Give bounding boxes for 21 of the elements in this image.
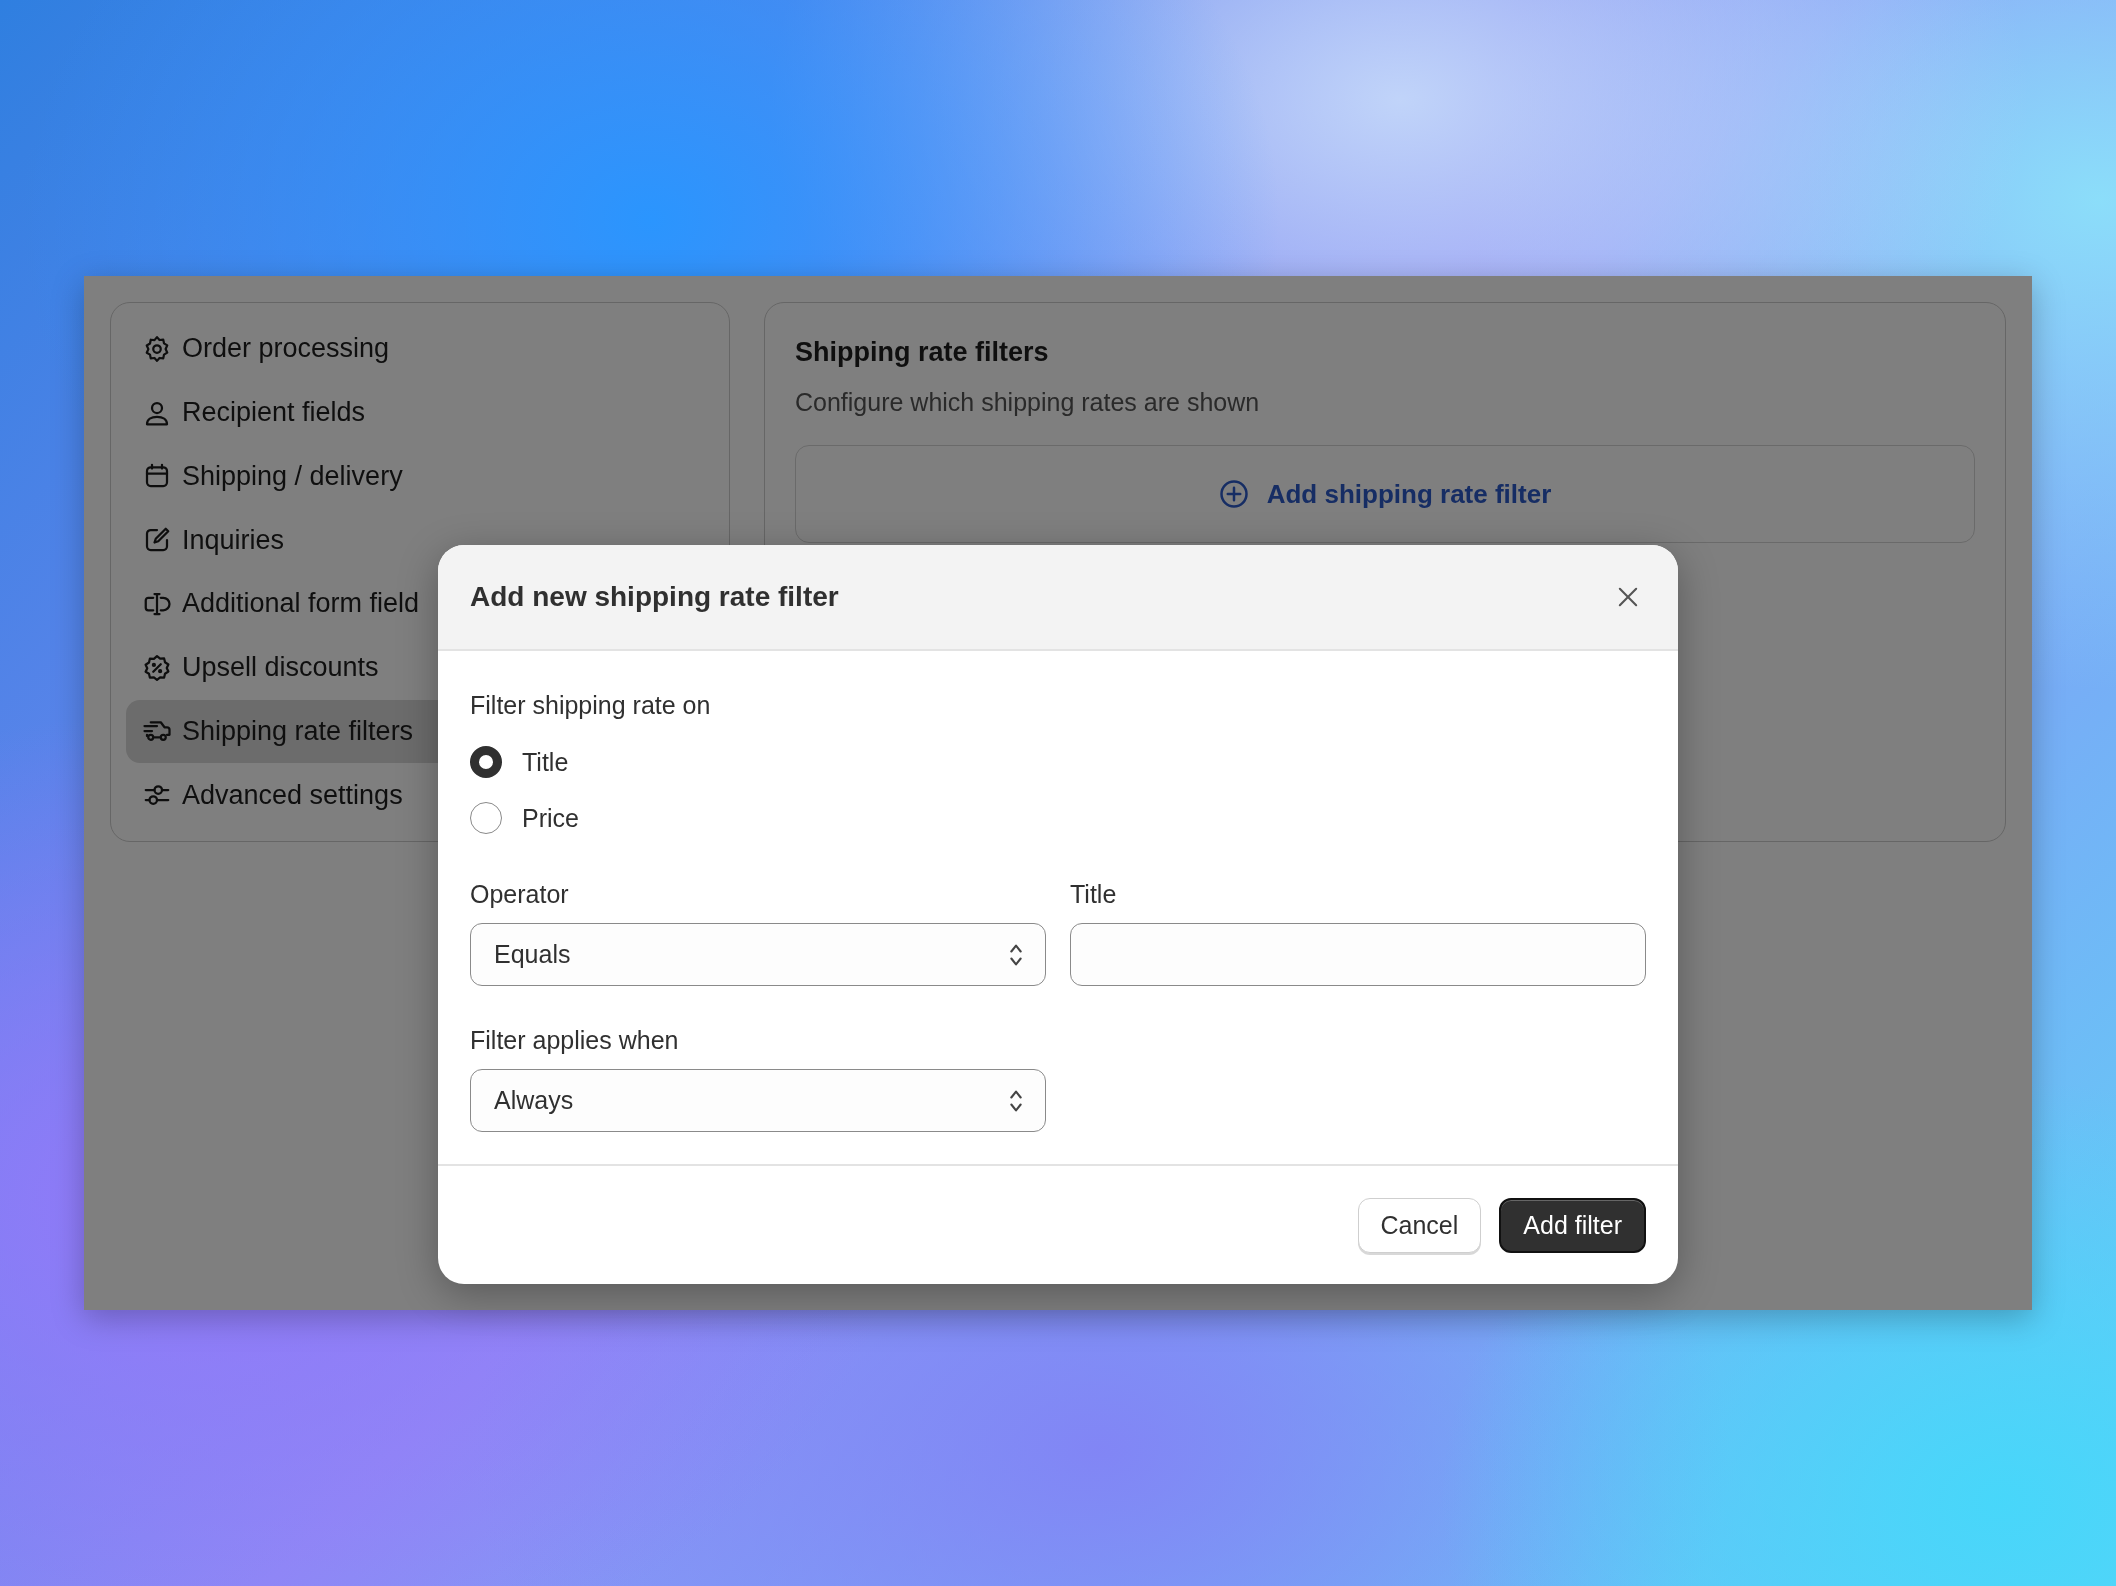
section-title: Shipping rate filters — [795, 337, 1050, 368]
operator-select[interactable]: Equals — [470, 923, 1046, 986]
radio-button[interactable] — [470, 802, 502, 834]
discount-badge-icon — [142, 652, 172, 683]
field-label: Filter applies when — [470, 1026, 680, 1055]
radio-label: Price — [522, 803, 579, 833]
field-label: Title — [1070, 880, 1118, 909]
cancel-button[interactable]: Cancel — [1357, 1197, 1482, 1253]
radio-button[interactable] — [470, 746, 502, 778]
field-label: Operator — [470, 880, 570, 909]
plus-circle-icon — [1218, 479, 1249, 509]
add-shipping-rate-filter-button[interactable]: Add shipping rate filter — [795, 445, 1975, 543]
title-input-field[interactable] — [1070, 923, 1646, 986]
sidebar-item[interactable]: Recipient fields — [126, 380, 714, 445]
dialog-title: Add new shipping rate filter — [470, 581, 839, 613]
add-filter-button[interactable]: Add filter — [1499, 1197, 1646, 1253]
sidebar-item[interactable]: Order processing — [126, 317, 714, 381]
condition-select[interactable]: Always — [470, 1069, 1046, 1132]
sidebar-item[interactable]: Inquiries — [126, 508, 714, 572]
sidebar-item[interactable]: Shipping / delivery — [126, 444, 714, 509]
section-description: Configure which shipping rates are shown — [795, 388, 1261, 417]
